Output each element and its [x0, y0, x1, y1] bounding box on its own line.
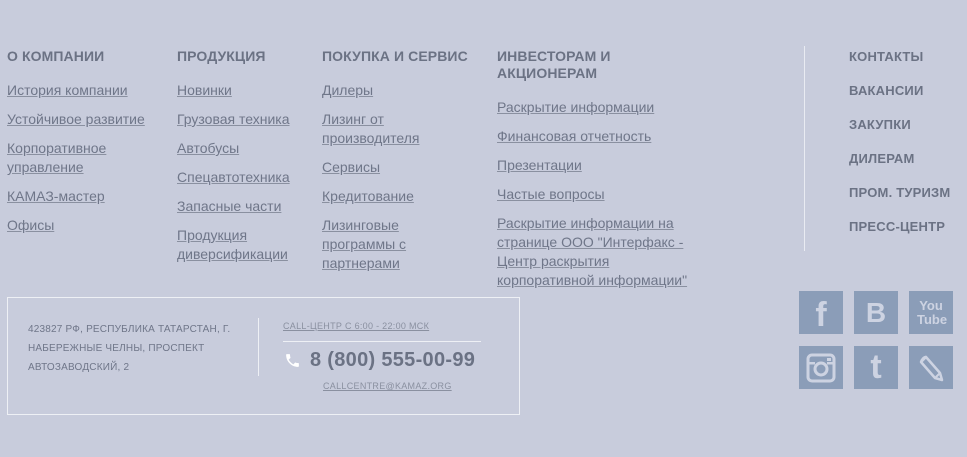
column-title: О КОМПАНИИ [7, 48, 105, 64]
link-spare-parts[interactable]: Запасные части [177, 198, 281, 214]
youtube-icon[interactable]: You Tube [909, 291, 953, 334]
address: 423827 РФ, Республика Татарстан, г. Набе… [28, 324, 231, 373]
footer-column-company: О КОМПАНИИ История компании Устойчивое р… [7, 48, 157, 245]
phone-row: 8 (800) 555-00-99 [284, 349, 475, 372]
vertical-divider [804, 46, 805, 251]
contact-divider [258, 318, 259, 376]
link-special-vehicles[interactable]: Спецавтотехника [177, 169, 290, 185]
link-kamaz-master[interactable]: КАМАЗ-мастер [7, 188, 105, 204]
facebook-glyph: f [815, 295, 827, 334]
nav-contacts[interactable]: КОНТАКТЫ [849, 49, 923, 64]
vkontakte-glyph: B [865, 296, 887, 328]
link-sustainable-development[interactable]: Устойчивое развитие [7, 111, 145, 127]
right-nav: КОНТАКТЫ ВАКАНСИИ ЗАКУПКИ ДИЛЕРАМ ПРОМ. … [849, 48, 950, 252]
link-crediting[interactable]: Кредитование [322, 188, 414, 204]
tumblr-icon[interactable]: t [854, 346, 898, 389]
facebook-icon[interactable]: f [799, 291, 843, 334]
link-services[interactable]: Сервисы [322, 159, 380, 175]
link-financial-statements[interactable]: Финансовая отчетность [497, 128, 651, 144]
link-disclosure[interactable]: Раскрытие информации [497, 99, 654, 115]
nav-vacancies[interactable]: ВАКАНСИИ [849, 83, 924, 98]
link-partner-leasing-programs[interactable]: Лизинговые программы с партнерами [322, 217, 406, 271]
footer-column-products: ПРОДУКЦИЯ Новинки Грузовая техника Автоб… [177, 48, 307, 274]
nav-for-dealers[interactable]: ДИЛЕРАМ [849, 151, 915, 166]
link-new-products[interactable]: Новинки [177, 82, 232, 98]
link-offices[interactable]: Офисы [7, 217, 54, 233]
youtube-glyph: You Tube [917, 297, 948, 327]
link-buses[interactable]: Автобусы [177, 140, 239, 156]
livejournal-glyph [919, 355, 944, 381]
link-dealers[interactable]: Дилеры [322, 82, 373, 98]
link-company-history[interactable]: История компании [7, 82, 128, 98]
column-title: ПРОДУКЦИЯ [177, 48, 266, 64]
vkontakte-icon[interactable]: B [854, 291, 898, 334]
call-center-divider [283, 341, 481, 342]
link-diversification-products[interactable]: Продукция диверсификации [177, 227, 288, 262]
column-title: ПОКУПКА И СЕРВИС [322, 48, 468, 64]
livejournal-icon[interactable] [909, 346, 953, 389]
nav-procurement[interactable]: ЗАКУПКИ [849, 117, 911, 132]
instagram-glyph [806, 353, 836, 382]
link-corporate-governance[interactable]: Корпоративное управление [7, 140, 106, 175]
tumblr-glyph: t [870, 348, 882, 386]
footer-column-purchase-service: ПОКУПКА И СЕРВИС Дилеры Лизинг от произв… [322, 48, 472, 283]
link-faq[interactable]: Частые вопросы [497, 186, 605, 202]
link-interfax-disclosure[interactable]: Раскрытие информации на странице ООО "Ин… [497, 215, 687, 288]
contact-box: 423827 РФ, Республика Татарстан, г. Набе… [7, 297, 520, 415]
call-center-link[interactable]: CALL-ЦЕНТР С 6:00 - 22:00 МСК [283, 321, 429, 331]
nav-press-center[interactable]: ПРЕСС-ЦЕНТР [849, 219, 945, 234]
footer-column-investors: ИНВЕСТОРАМ И АКЦИОНЕРАМ Раскрытие информ… [497, 48, 707, 300]
instagram-icon[interactable] [799, 346, 843, 389]
link-manufacturer-leasing[interactable]: Лизинг от производителя [322, 111, 419, 146]
nav-industrial-tourism[interactable]: ПРОМ. ТУРИЗМ [849, 185, 950, 200]
link-trucks[interactable]: Грузовая техника [177, 111, 290, 127]
link-presentations[interactable]: Презентации [497, 157, 582, 173]
email-link[interactable]: CALLCENTRE@KAMAZ.ORG [323, 381, 452, 391]
phone-icon [286, 354, 299, 367]
phone-number[interactable]: 8 (800) 555-00-99 [310, 349, 475, 372]
column-title: ИНВЕСТОРАМ И АКЦИОНЕРАМ [497, 48, 611, 81]
